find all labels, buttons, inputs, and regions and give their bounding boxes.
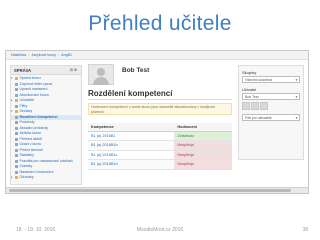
competency-link[interactable]: B1 (a) 2016B1b	[91, 143, 118, 147]
folder-icon	[15, 110, 18, 114]
page-icon	[15, 154, 18, 158]
chevron-icon: ▾	[11, 76, 13, 80]
groups-select[interactable]: Všechni účastníci ▼	[242, 76, 300, 83]
info-notice: Hodnocení kompetencí v tomto kurzu jsou …	[88, 103, 232, 115]
competency-cell: B1 (a) 2016B1	[88, 131, 175, 141]
competency-cell: B1 (a) 2016B1c	[88, 150, 175, 160]
chevron-down-icon: ▼	[295, 78, 298, 82]
competency-cell: B1 (a) 2016B1b	[88, 140, 175, 151]
page-icon	[15, 82, 18, 86]
sidebar-item-label: Odznaky	[19, 175, 34, 179]
page-title: Rozdělení kompetencí	[88, 89, 173, 98]
table-row: B1 (a) 2016B1c Nesplňuje	[88, 150, 232, 160]
page-icon	[15, 115, 18, 119]
breadcrumb: Nástěnka › Jazykové kurzy › AngB1	[6, 51, 308, 60]
breadcrumb-item-category[interactable]: Jazykové kurzy	[31, 53, 56, 57]
table-header-row: Kompetence Hodnocení	[88, 123, 232, 132]
page-icon	[15, 121, 18, 125]
administration-block: SPRÁVA ⊟ ⚙ ▾ Správa kurzu Zapnout režim úp…	[10, 65, 82, 185]
avatar[interactable]	[251, 102, 259, 110]
rating-cell[interactable]: Nesplňuje	[174, 140, 232, 151]
user-filter-select[interactable]: Filtr pro uživatele ▼	[242, 114, 300, 121]
user-header: Bob Test	[88, 64, 232, 85]
competency-table: Kompetence Hodnocení B1 (a) 2016B1 Zvládn…	[88, 123, 232, 170]
breadcrumb-item-course[interactable]: AngB1	[61, 53, 72, 57]
table-row: B1 (a) 2016B1 Zvládnuto	[88, 131, 232, 141]
page-icon	[15, 88, 18, 92]
page-icon	[15, 137, 18, 141]
user-label: Uživatel	[242, 87, 257, 92]
rating-cell[interactable]: Nesplňuje	[174, 159, 232, 170]
footer-event: MoodleMoot.cz 2016	[136, 227, 184, 233]
page-icon	[15, 104, 18, 108]
rating-cell[interactable]: Zvládnuto	[174, 131, 232, 141]
competency-cell: B1 (a) 2016B1d	[88, 159, 175, 170]
slide-title: Přehled učitele	[88, 12, 232, 35]
page-number: 38	[302, 227, 308, 233]
page-icon	[15, 148, 18, 152]
chevron-icon: ▾	[11, 109, 13, 113]
divider	[88, 99, 232, 100]
avatar[interactable]	[260, 102, 268, 110]
horizontal-scrollbar[interactable]	[6, 187, 308, 193]
chevron-down-icon: ▼	[295, 116, 298, 120]
page-icon	[15, 170, 18, 174]
competency-link[interactable]: B1 (a) 2016B1c	[91, 153, 117, 157]
page-icon	[15, 93, 18, 97]
administration-title: SPRÁVA	[14, 68, 32, 73]
sidebar-item[interactable]: ▸ Odznaky	[11, 175, 81, 181]
user-select[interactable]: Bob Test ▼	[242, 93, 300, 100]
competency-link[interactable]: B1 (a) 2016B1d	[91, 162, 118, 166]
moodle-screenshot: Nástěnka › Jazykové kurzy › AngB1 SPRÁVA ⊟ ⚙…	[5, 50, 309, 194]
user-name[interactable]: Bob Test	[122, 67, 149, 74]
user-filter-value: Filtr pro uživatele	[245, 116, 272, 120]
avatar	[88, 64, 114, 85]
breadcrumb-item-dashboard[interactable]: Nástěnka	[11, 53, 26, 57]
administration-tree: ▾ Správa kurzu Zapnout režim úprav Upravit …	[11, 75, 81, 181]
competency-link[interactable]: B1 (a) 2016B1	[91, 134, 116, 138]
chevron-icon: ▸	[11, 98, 13, 102]
folder-icon	[15, 77, 18, 81]
page-icon	[15, 159, 18, 163]
filter-panel: Skupiny Všechni účastníci ▼ Uživatel Bob…	[238, 65, 304, 160]
user-select-value: Bob Test	[245, 95, 259, 99]
page-icon	[15, 143, 18, 147]
page-icon	[15, 165, 18, 169]
folder-icon	[15, 176, 18, 180]
scrollbar-thumb[interactable]	[9, 189, 291, 192]
page-icon	[15, 132, 18, 136]
block-controls-icon[interactable]: ⊟ ⚙	[70, 68, 79, 72]
column-header-competency: Kompetence	[88, 123, 175, 132]
administration-header: SPRÁVA ⊟ ⚙	[11, 66, 81, 75]
table-row: B1 (a) 2016B1b Nesplňuje	[88, 140, 232, 151]
chevron-down-icon: ▼	[295, 95, 298, 99]
column-header-rating: Hodnocení	[174, 123, 232, 132]
avatar[interactable]	[242, 102, 250, 110]
groups-label: Skupiny	[242, 70, 257, 75]
user-avatars	[242, 102, 268, 110]
rating-cell[interactable]: Nesplňuje	[174, 150, 232, 160]
table-row: B1 (a) 2016B1d Nesplňuje	[88, 159, 232, 170]
chevron-icon: ▸	[11, 175, 13, 179]
folder-icon	[15, 99, 18, 103]
groups-select-value: Všechni účastníci	[245, 78, 273, 82]
page-icon	[15, 126, 18, 130]
